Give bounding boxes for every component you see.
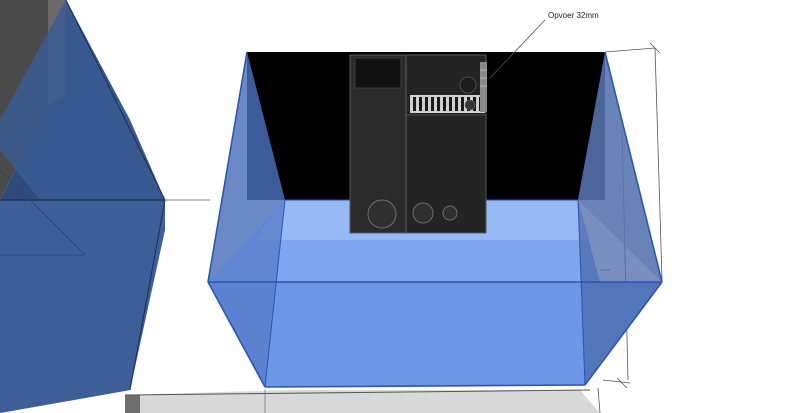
sketchup-viewport: Opvoer 32mm	[0, 0, 800, 413]
dimension-line	[604, 47, 656, 53]
bulkhead-hole-medium	[412, 202, 434, 224]
bulkhead-hole-large	[367, 199, 397, 229]
comb-slot	[437, 97, 440, 111]
bottom-cabinet-side	[125, 395, 140, 413]
comb-slot	[461, 97, 464, 111]
pipe-elbow	[459, 76, 477, 94]
comb-slot	[455, 97, 458, 111]
glass-aquarium	[207, 51, 663, 388]
scene-canvas	[0, 0, 663, 413]
dimension-line	[654, 47, 663, 281]
comb-slot	[431, 97, 434, 111]
comb-slot	[449, 97, 452, 111]
overflow-chamber-top	[354, 57, 402, 89]
comb-slot	[413, 97, 416, 111]
comb-slot	[425, 97, 428, 111]
comb-slot	[443, 97, 446, 111]
left-cabinet	[0, 0, 166, 413]
annotation-label-opvoer: Opvoer 32mm	[548, 11, 599, 20]
return-overflow-box	[349, 54, 487, 234]
bottom-cabinet	[124, 389, 600, 413]
guide-line	[597, 387, 601, 413]
dimension-line	[602, 379, 631, 384]
comb-slot	[419, 97, 422, 111]
left-cabinet-lower	[0, 200, 165, 413]
bottom-cabinet-top	[125, 390, 600, 413]
return-pipe-body	[480, 62, 487, 112]
dimension-tick	[616, 377, 628, 389]
bulkhead-hole-small	[442, 205, 458, 221]
pipe-fitting	[464, 99, 476, 111]
